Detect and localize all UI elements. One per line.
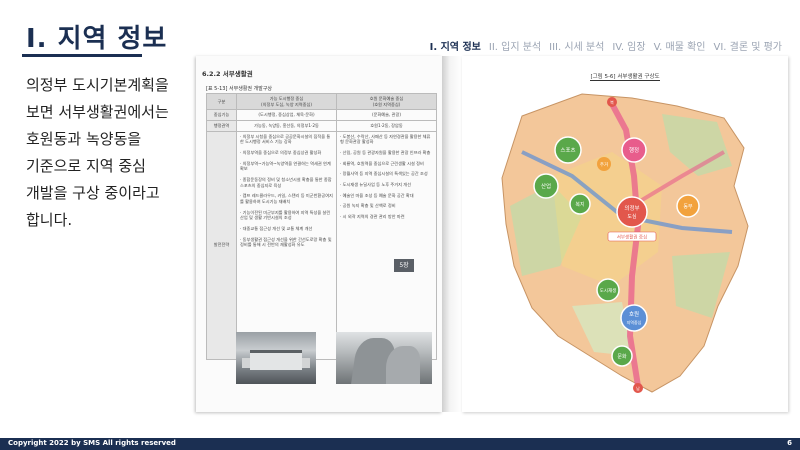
- admin-label: 행정: [629, 146, 639, 154]
- welfare-label: 복지: [575, 201, 584, 208]
- book-spine: [442, 56, 462, 412]
- hoewon-label: 호원: [629, 310, 639, 318]
- west-center-label: 서부생활권 중심: [617, 234, 647, 241]
- list-item: · 산림, 공원 등 관광자원을 활용한 관광 인프라 확충: [340, 150, 431, 156]
- table-caption: [표 5-13] 서부생활권 개발구상: [206, 86, 273, 92]
- industry-label: 산업: [541, 182, 551, 190]
- list-item: · 망월사역 등 지역 중심시설의 특색있는 공간 조성: [340, 171, 428, 177]
- table-header-category: 구분: [206, 92, 237, 111]
- list-item: · 도시재생 뉴딜사업 등 노후 주거지 개선: [340, 182, 411, 188]
- nav-item-region-info[interactable]: I. 지역 정보: [430, 38, 481, 53]
- copyright-text: Copyright 2022 by SMS All rights reserve…: [8, 439, 176, 447]
- mountain-photo: [336, 332, 432, 384]
- nav-item-price-analysis[interactable]: III. 시세 분석: [549, 38, 604, 53]
- list-item: · 캠프 레드클라우드, 카일, 스탠리 등 미군반환공여지를 활용하여 도시기…: [240, 193, 333, 205]
- list-item: · 동부생활권 접근성 개선을 위한 간선도로망 확충 및 정비를 통해 시 전…: [240, 236, 332, 248]
- nav-item-location-analysis[interactable]: II. 입지 분석: [489, 38, 541, 53]
- list-item: · 회룡역, 호원역을 중심으로 근린생활 시설 정비: [340, 160, 424, 166]
- chapter-tab: 5장: [394, 259, 414, 272]
- culture-label: 문화: [617, 354, 627, 360]
- title-underline: [22, 54, 142, 57]
- table-header-left-zone: 가능 도시행정 중심 (의정부 도심, 녹양 지역중심): [236, 92, 337, 111]
- hoewon-center-label: 지역중심: [627, 319, 642, 325]
- nav-item-listing-check[interactable]: V. 매물 확인: [654, 38, 706, 53]
- west-zone-plan-map: 스포츠 산업 복지 행정 의정부 도심 동부 주거 도시재생 호원 지역중심 문…: [501, 93, 749, 393]
- strategy-list-right: · 도봉산, 수락산, 사패산 등 자연경관을 활용한 체류형 문화관광 활성화…: [336, 130, 437, 360]
- page-title: I. 지역 정보: [26, 24, 168, 54]
- list-item: · 시 외곽 지역의 경관 관리 방안 마련: [340, 214, 405, 220]
- list-item: · 종합운동장의 정비 및 청소년시설 확충을 통한 종합 스포츠의 중심지로 …: [240, 177, 332, 188]
- nav-item-site-visit[interactable]: IV. 임장: [612, 38, 645, 53]
- footer-bar: Copyright 2022 by SMS All rights reserve…: [0, 438, 800, 450]
- list-item: · 의정부 시청을 중심으로 공공문화시설의 집적을 통한 도시행정 서비스 기…: [240, 133, 331, 145]
- table-row-label: 중심기능: [206, 109, 237, 122]
- list-item: · 기능이전된 미군부지를 활용하여 지역 특성을 살린 산업 및 생활 기반시…: [240, 209, 331, 221]
- list-item: · 도봉산, 수락산, 사패산 등 자연경관을 활용한 체류형 문화관광 활성화: [340, 133, 431, 145]
- table-row-label: 행정권역: [206, 120, 237, 132]
- city-hall-photo: [236, 332, 316, 384]
- table-header-right-zone: 호원 문화예술 중심 (호원 지역중심): [336, 92, 437, 111]
- list-item: · 공원 녹지 확충 및 산책로 정비: [340, 203, 396, 209]
- table-cell: 가능동, 녹양동, 흥선동, 의정부1·2동: [236, 120, 337, 132]
- sports-label: 스포츠: [560, 147, 575, 154]
- page-number: 6: [787, 439, 792, 447]
- section-heading: 6.2.2 서부생활권: [202, 70, 253, 78]
- downtown-label: 도심: [627, 213, 636, 220]
- table-cell: (문화예술, 관광): [336, 109, 437, 122]
- body-paragraph: 의정부 도시기본계획을 보면 서부생활권에서는 호원동과 녹양동을 기준으로 지…: [26, 76, 169, 229]
- east-label: 동부: [683, 204, 693, 210]
- downtown-hub: [616, 196, 648, 228]
- document-page-right: [그림 5-6] 서부생활권 구상도 스포츠 산업 복지 행정 의정부 도심 동…: [462, 56, 788, 412]
- nav-item-conclusion[interactable]: VI. 결론 및 평가: [713, 38, 782, 53]
- north-label: 북: [610, 100, 614, 105]
- table-row-label: 발전전략: [206, 130, 237, 360]
- hoewon-hub: [620, 304, 648, 332]
- list-item: · 의정부역을 중심으로 의정부 중심상권 활성화: [240, 150, 322, 156]
- uijeongbu-label: 의정부: [624, 205, 639, 212]
- list-item: · 의정부역~가능역~녹양역을 연결하는 역세권 연계 확보: [240, 160, 331, 172]
- south-label: 남: [636, 385, 640, 391]
- document-page-left: 6.2.2 서부생활권 [표 5-13] 서부생활권 개발구상 구분 가능 도시…: [196, 56, 442, 412]
- living-label: 주거: [600, 161, 608, 168]
- strategy-list-left: · 의정부 시청을 중심으로 공공문화시설의 집적을 통한 도시행정 서비스 기…: [236, 130, 337, 360]
- development-plan-table: 구분 가능 도시행정 중심 (의정부 도심, 녹양 지역중심) 호원 문화예술 …: [206, 92, 437, 360]
- section-nav: I. 지역 정보 II. 입지 분석 III. 시세 분석 IV. 임장 V. …: [430, 38, 782, 53]
- table-cell: (도시행정, 중심상업, 체육·문화): [236, 109, 337, 122]
- table-cell: 호원1·2동, 장암동: [336, 120, 437, 132]
- rebuild-label: 도시재생: [600, 287, 617, 294]
- list-item: · 대중교통 접근성 개선 및 교통 체계 개선: [240, 226, 313, 232]
- list-item: · 예술인 마을 조성 등 예술 문화 공간 확대: [340, 192, 414, 198]
